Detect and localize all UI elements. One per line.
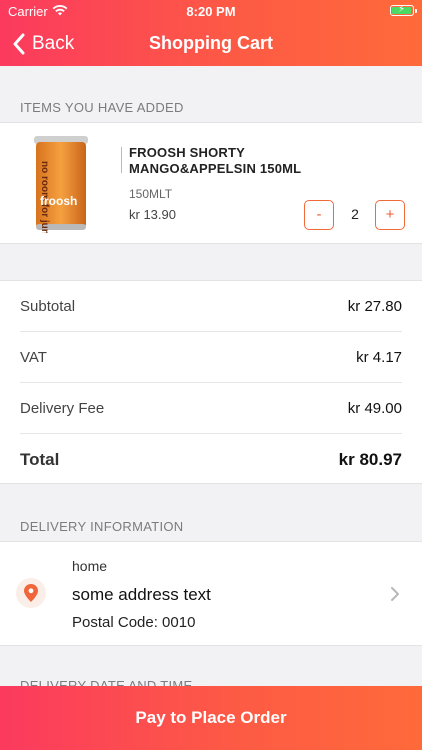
subtotal-value: kr 27.80: [347, 298, 402, 315]
total-value: kr 80.97: [338, 450, 402, 469]
nav-header: Carrier 8:20 PM ⚡ Back Shopping Cart: [0, 0, 422, 66]
item-divider: [121, 147, 122, 173]
pay-button[interactable]: Pay to Place Order: [0, 686, 422, 750]
battery-icon: ⚡: [390, 4, 417, 16]
items-section-label: ITEMS YOU HAVE ADDED: [20, 100, 184, 115]
delivery-section-label: DELIVERY INFORMATION: [20, 519, 184, 534]
delivery-fee-value: kr 49.00: [347, 400, 402, 417]
order-summary: Subtotal kr 27.80 VAT kr 4.17 Delivery F…: [0, 280, 422, 484]
item-price: kr 13.90: [129, 207, 176, 222]
location-pin-badge: [16, 578, 46, 608]
summary-row-subtotal: Subtotal kr 27.80: [20, 281, 402, 332]
summary-row-total: Total kr 80.97: [20, 434, 402, 485]
delivery-address-row[interactable]: home some address text Postal Code: 0010: [0, 541, 422, 646]
address-name: home: [72, 558, 108, 574]
clock: 8:20 PM: [186, 4, 236, 19]
product-image: no room for junk. froosh: [34, 136, 88, 233]
quantity-value: 2: [351, 206, 359, 222]
delivery-fee-label: Delivery Fee: [20, 400, 105, 417]
page-title: Shopping Cart: [149, 33, 273, 53]
cart-item: no room for junk. froosh FROOSH SHORTY M…: [0, 122, 422, 244]
increase-quantity-button[interactable]: +: [375, 200, 405, 230]
location-pin-icon: [24, 584, 38, 602]
total-label: Total: [20, 450, 60, 469]
summary-row-vat: VAT kr 4.17: [20, 332, 402, 383]
item-size: 150MLT: [129, 187, 173, 201]
postal-code: Postal Code: 0010: [72, 614, 196, 631]
item-name: FROOSH SHORTY MANGO&APPELSIN 150ML: [129, 145, 302, 176]
product-brand-text: froosh: [40, 194, 77, 208]
decrease-quantity-button[interactable]: -: [304, 200, 334, 230]
vat-label: VAT: [20, 349, 47, 366]
charging-bolt-icon: ⚡: [398, 4, 406, 15]
vat-value: kr 4.17: [356, 349, 402, 366]
status-bar: Carrier 8:20 PM ⚡: [0, 0, 422, 22]
chevron-right-icon: [391, 587, 399, 601]
address-text: some address text: [72, 585, 211, 604]
summary-row-delivery-fee: Delivery Fee kr 49.00: [20, 383, 402, 434]
subtotal-label: Subtotal: [20, 298, 76, 315]
